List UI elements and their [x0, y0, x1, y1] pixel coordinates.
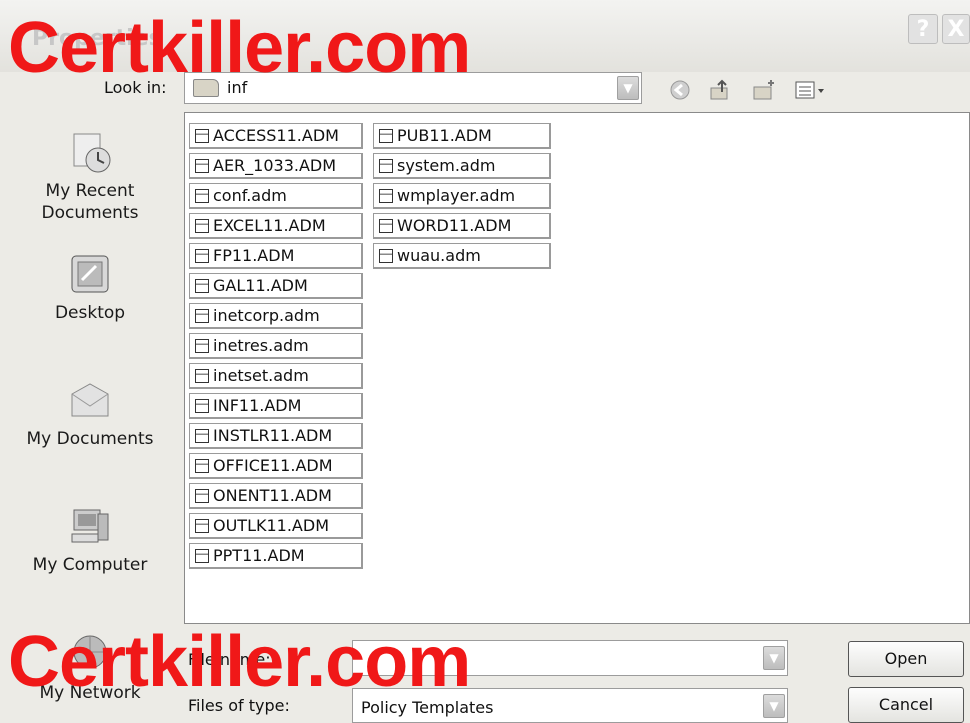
file-name: ONENT11.ADM — [213, 486, 332, 505]
chevron-down-icon[interactable]: ▼ — [763, 694, 785, 718]
watermark-bottom: Certkiller.com — [8, 622, 471, 702]
close-button[interactable]: X — [942, 14, 970, 44]
adm-file-icon — [195, 338, 209, 353]
adm-file-icon — [195, 518, 209, 533]
my-documents-icon — [68, 378, 112, 422]
file-name: INSTLR11.ADM — [213, 426, 333, 445]
up-folder-icon[interactable] — [708, 78, 732, 102]
file-name: EXCEL11.ADM — [213, 216, 326, 235]
help-button[interactable]: ? — [908, 14, 938, 44]
place-my-computer[interactable]: My Computer — [0, 504, 180, 576]
place-label: Desktop — [54, 303, 126, 323]
file-item[interactable]: PUB11.ADM — [373, 123, 551, 149]
open-button[interactable]: Open — [848, 641, 964, 677]
file-item[interactable]: inetcorp.adm — [189, 303, 363, 329]
file-item[interactable]: INSTLR11.ADM — [189, 423, 363, 449]
file-item[interactable]: EXCEL11.ADM — [189, 213, 363, 239]
file-name: inetcorp.adm — [213, 306, 320, 325]
file-name: GAL11.ADM — [213, 276, 308, 295]
place-label: My Recent Documents — [41, 181, 139, 223]
place-desktop[interactable]: Desktop — [0, 252, 180, 324]
adm-file-icon — [195, 248, 209, 263]
file-name: WORD11.ADM — [397, 216, 512, 235]
file-name: OUTLK11.ADM — [213, 516, 329, 535]
place-my-documents[interactable]: My Documents — [0, 378, 180, 450]
adm-file-icon — [195, 428, 209, 443]
file-name: ACCESS11.ADM — [213, 126, 339, 145]
file-name: wuau.adm — [397, 246, 481, 265]
adm-file-icon — [195, 488, 209, 503]
recent-documents-icon — [68, 130, 112, 174]
file-item[interactable]: AER_1033.ADM — [189, 153, 363, 179]
file-item[interactable]: wmplayer.adm — [373, 183, 551, 209]
file-item[interactable]: wuau.adm — [373, 243, 551, 269]
desktop-icon — [68, 252, 112, 296]
adm-file-icon — [379, 248, 393, 263]
file-name: inetres.adm — [213, 336, 309, 355]
adm-file-icon — [379, 128, 393, 143]
place-label: My Computer — [32, 555, 148, 575]
new-folder-icon[interactable] — [752, 78, 776, 102]
file-item[interactable]: system.adm — [373, 153, 551, 179]
adm-file-icon — [195, 128, 209, 143]
adm-file-icon — [195, 458, 209, 473]
back-icon[interactable] — [668, 78, 692, 102]
file-name: FP11.ADM — [213, 246, 295, 265]
chevron-down-icon[interactable]: ▼ — [617, 76, 639, 100]
file-name: PPT11.ADM — [213, 546, 305, 565]
file-item[interactable]: conf.adm — [189, 183, 363, 209]
adm-file-icon — [195, 308, 209, 323]
file-item[interactable]: ONENT11.ADM — [189, 483, 363, 509]
chevron-down-icon[interactable]: ▼ — [763, 646, 785, 670]
cancel-button[interactable]: Cancel — [848, 687, 964, 723]
adm-file-icon — [195, 158, 209, 173]
adm-file-icon — [195, 398, 209, 413]
adm-file-icon — [379, 188, 393, 203]
adm-file-icon — [379, 218, 393, 233]
place-label: My Documents — [26, 429, 154, 449]
place-recent-documents[interactable]: My Recent Documents — [0, 130, 180, 224]
file-item[interactable]: inetset.adm — [189, 363, 363, 389]
file-item[interactable]: PPT11.ADM — [189, 543, 363, 569]
file-item[interactable]: OFFICE11.ADM — [189, 453, 363, 479]
file-name: system.adm — [397, 156, 496, 175]
file-name: inetset.adm — [213, 366, 309, 385]
watermark-top: Certkiller.com — [8, 8, 471, 88]
my-computer-icon — [68, 504, 112, 548]
views-menu-icon[interactable] — [794, 78, 830, 102]
adm-file-icon — [195, 368, 209, 383]
file-name: AER_1033.ADM — [213, 156, 337, 175]
file-name: wmplayer.adm — [397, 186, 516, 205]
file-item[interactable]: WORD11.ADM — [373, 213, 551, 239]
file-item[interactable]: ACCESS11.ADM — [189, 123, 363, 149]
adm-file-icon — [195, 218, 209, 233]
file-item[interactable]: inetres.adm — [189, 333, 363, 359]
adm-file-icon — [195, 548, 209, 563]
file-item[interactable]: INF11.ADM — [189, 393, 363, 419]
file-item[interactable]: OUTLK11.ADM — [189, 513, 363, 539]
file-list[interactable]: ACCESS11.ADM AER_1033.ADM conf.adm EXCEL11.… — [184, 112, 970, 624]
file-item[interactable]: GAL11.ADM — [189, 273, 363, 299]
adm-file-icon — [195, 188, 209, 203]
file-name: PUB11.ADM — [397, 126, 492, 145]
file-item[interactable]: FP11.ADM — [189, 243, 363, 269]
adm-file-icon — [379, 158, 393, 173]
file-name: OFFICE11.ADM — [213, 456, 333, 475]
file-name: conf.adm — [213, 186, 287, 205]
adm-file-icon — [195, 278, 209, 293]
file-name: INF11.ADM — [213, 396, 302, 415]
